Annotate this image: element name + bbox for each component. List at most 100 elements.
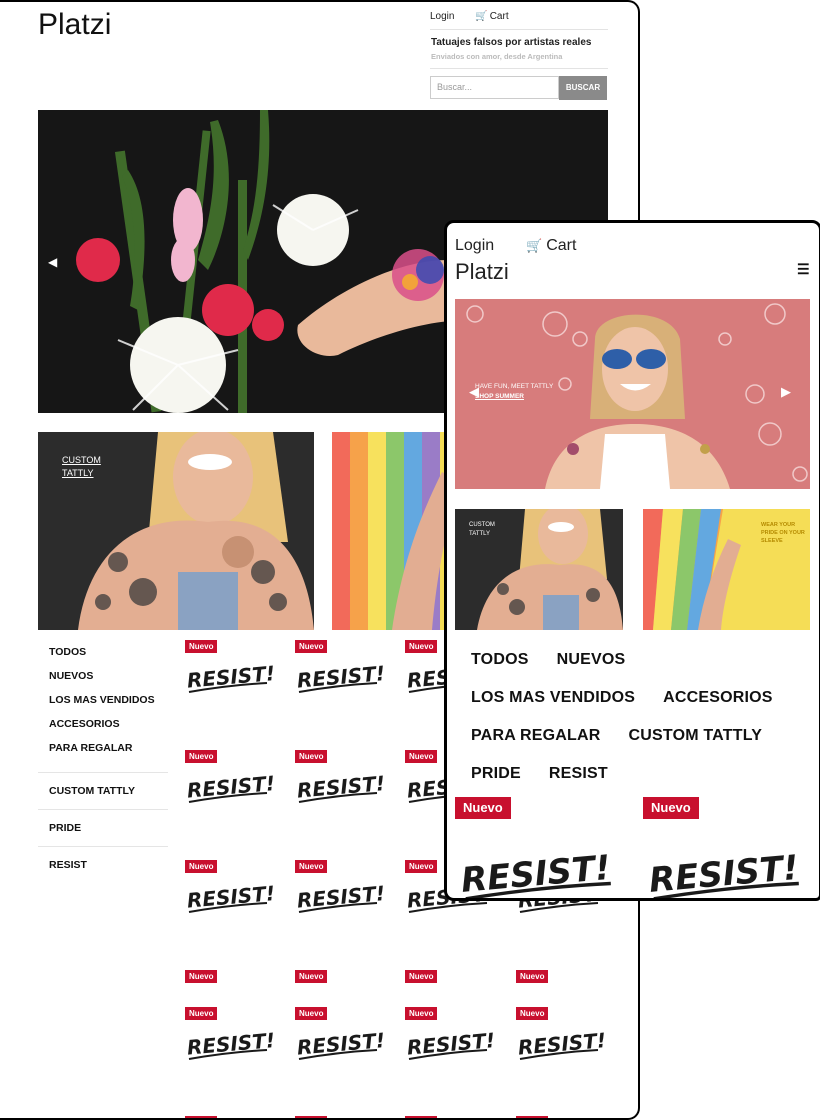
menu-item-todos[interactable]: TODOS [38,640,168,664]
product-name: RESIST! [296,771,383,803]
product-logo: RESIST! [296,881,386,913]
nav-item-nuevos[interactable]: NUEVOS [557,641,626,679]
product-card[interactable]: RESIST! [295,768,386,858]
product-logo: RESIST! [296,661,386,693]
menu-item-los-mas-vendidos[interactable]: LOS MAS VENDIDOS [38,688,168,712]
cart-label: Cart [546,237,577,254]
menu-item-para-regalar[interactable]: PARA REGALAR [38,736,168,772]
product-name: RESIST! [459,848,612,901]
product-card[interactable]: RESIST! [185,768,276,858]
new-badge: Nuevo [185,970,218,983]
menu-item-accesorios[interactable]: ACCESORIOS [38,712,168,736]
menu-item-custom-tattly[interactable]: CUSTOM TATTLY [38,772,168,809]
product-logo: RESIST! [186,771,276,803]
nav-item-accesorios[interactable]: ACCESORIOS [663,679,773,717]
new-badge: Nuevo [295,1007,328,1020]
new-badge: Nuevo [185,1116,218,1118]
product-name: RESIST! [186,1028,273,1060]
product-card[interactable]: RESIST! [405,1025,496,1115]
product-logo: RESIST! [296,771,386,803]
hero-caption: HAVE FUN, MEET TATTLY [475,383,554,390]
product-card[interactable]: RESIST! [295,1025,386,1115]
menu-item-pride[interactable]: PRIDE [38,809,168,846]
menu-item-nuevos[interactable]: NUEVOS [38,664,168,688]
new-badge: Nuevo [185,1007,218,1020]
promo-label: CUSTOM TATTLY [62,455,101,478]
new-badge: Nuevo [295,860,328,873]
cart-icon: 🛒 [475,11,488,22]
divider [430,68,608,69]
category-nav: TODOS NUEVOSLOS MAS VENDIDOS ACCESORIOS PAR… [471,641,811,793]
login-link[interactable]: Login [455,237,494,255]
new-badge: Nuevo [405,640,438,653]
new-badge: Nuevo [516,970,549,983]
new-badge: Nuevo [295,970,328,983]
product-card[interactable]: RESIST! [185,878,276,968]
new-badge: Nuevo [516,1116,549,1118]
cart-icon: 🛒 [526,238,543,253]
product-card[interactable]: RESIST! [647,841,809,901]
product-name: RESIST! [186,661,273,693]
tagline: Tatuajes falsos por artistas reales [431,37,592,48]
promo-label: WEAR YOUR PRIDE ON YOUR SLEEVE [761,522,805,544]
search-button[interactable]: BUSCAR [559,76,607,100]
nav-item-resist[interactable]: RESIST [549,755,608,793]
product-name: RESIST! [296,881,383,913]
site-logo[interactable]: Platzi [38,8,111,42]
nav-item-los-mas-vendidos[interactable]: LOS MAS VENDIDOS [471,679,635,717]
product-logo: RESIST! [186,661,276,693]
product-name: RESIST! [296,1028,383,1060]
new-badge: Nuevo [295,1116,328,1118]
header-links: Login 🛒 Cart [430,11,545,22]
divider [430,29,608,30]
product-card[interactable]: RESIST! [185,658,276,748]
new-badge: Nuevo [516,1007,549,1020]
product-name: RESIST! [186,771,273,803]
hero-cta[interactable]: SHOP SUMMER [475,393,524,400]
cart-link[interactable]: 🛒 Cart [475,11,526,22]
menu-item-resist[interactable]: RESIST [38,846,168,883]
nav-item-custom-tattly[interactable]: CUSTOM TATTLY [629,717,763,755]
new-badge: Nuevo [455,797,511,819]
new-badge: Nuevo [405,750,438,763]
new-badge: Nuevo [405,1116,438,1118]
new-badge: Nuevo [295,750,328,763]
chevron-right-icon[interactable]: ▶ [781,384,791,400]
category-menu: TODOS NUEVOS LOS MAS VENDIDOS ACCESORIOS… [38,640,168,883]
product-card[interactable]: RESIST! [459,841,621,901]
new-badge: Nuevo [643,797,699,819]
product-name: RESIST! [296,661,383,693]
chevron-left-icon[interactable]: ◀ [469,384,479,400]
product-logo: RESIST! [406,1028,496,1060]
product-name: RESIST! [647,848,800,901]
product-card[interactable]: RESIST! [295,658,386,748]
site-logo[interactable]: Platzi [455,259,509,285]
chevron-left-icon[interactable]: ◀ [48,255,57,269]
mobile-view: Login 🛒 Cart Platzi ☰ HAVE FUN, MEET TATT… [444,220,820,901]
tagline-sub: Enviados con amor, desde Argentina [431,52,563,61]
new-badge: Nuevo [185,860,218,873]
product-name: RESIST! [406,1028,493,1060]
product-card[interactable]: RESIST! [516,1025,607,1115]
new-badge: Nuevo [185,750,218,763]
new-badge: Nuevo [405,1007,438,1020]
login-link[interactable]: Login [430,11,454,22]
product-logo: RESIST! [459,848,612,901]
product-logo: RESIST! [186,881,276,913]
new-badge: Nuevo [295,640,328,653]
promo-label: CUSTOM TATTLY [469,522,495,537]
hamburger-icon[interactable]: ☰ [797,261,810,278]
product-logo: RESIST! [647,848,800,901]
product-card[interactable]: RESIST! [185,1025,276,1115]
nav-item-para-regalar[interactable]: PARA REGALAR [471,717,601,755]
search-input[interactable]: Buscar... [430,76,559,99]
product-name: RESIST! [186,881,273,913]
product-logo: RESIST! [186,1028,276,1060]
cart-link[interactable]: 🛒 Cart [526,237,576,255]
product-name: RESIST! [517,1028,604,1060]
product-card[interactable]: RESIST! [295,878,386,968]
nav-item-todos[interactable]: TODOS [471,641,529,679]
nav-item-pride[interactable]: PRIDE [471,755,521,793]
new-badge: Nuevo [185,640,218,653]
new-badge: Nuevo [405,970,438,983]
